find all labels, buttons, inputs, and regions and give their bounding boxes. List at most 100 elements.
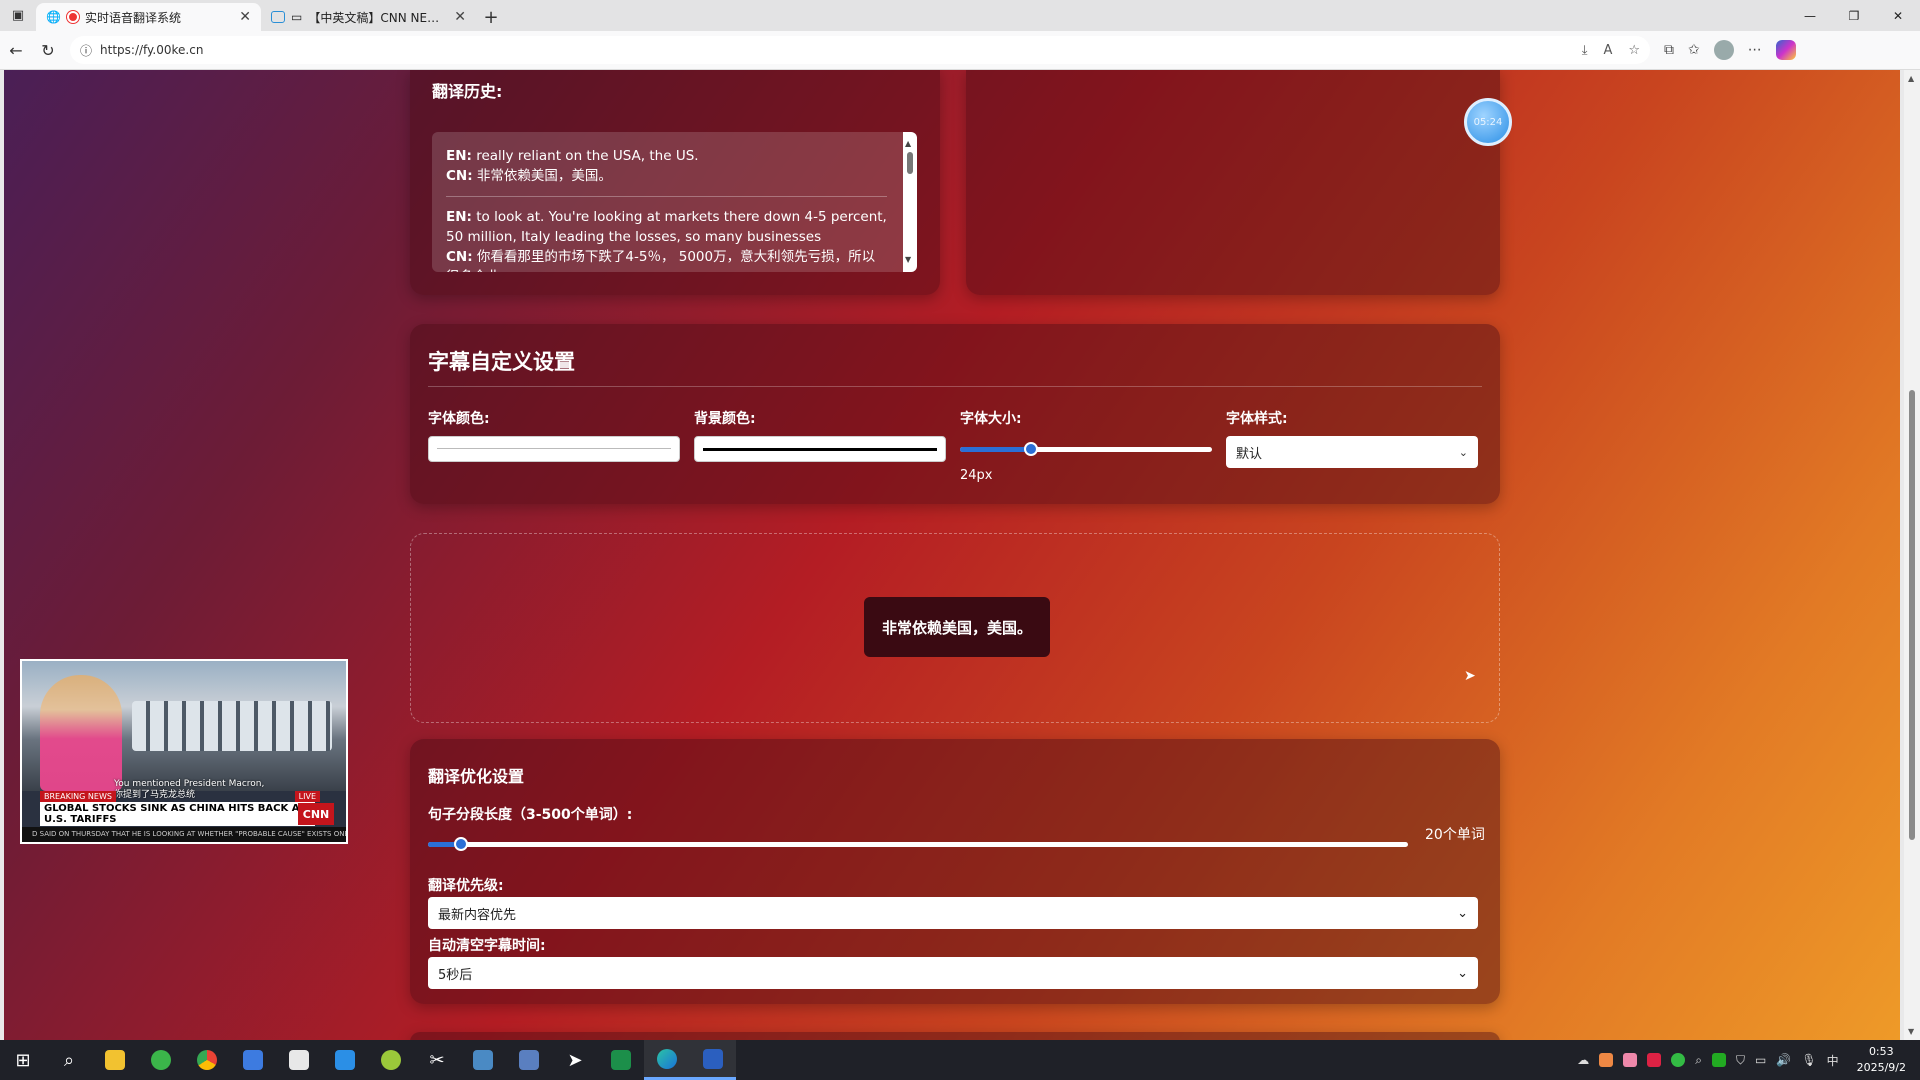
onedrive-icon[interactable]: ☁ xyxy=(1577,1053,1589,1067)
autoclear-selected: 5秒后 xyxy=(438,967,473,983)
slider-handle[interactable] xyxy=(454,837,468,851)
font-style-selected: 默认 xyxy=(1236,446,1263,462)
scroll-thumb[interactable] xyxy=(1909,390,1915,840)
subtitle-preview-area: 非常依赖美国，美国。 xyxy=(410,533,1500,723)
video-caption-en: You mentioned President Macron, xyxy=(114,779,265,789)
url-text: https://fy.00ke.cn xyxy=(100,43,204,57)
read-aloud-icon[interactable]: A xyxy=(1603,43,1612,58)
restore-icon[interactable]: ❐ xyxy=(1832,9,1876,23)
download-icon[interactable]: ⤓ xyxy=(1582,43,1588,58)
history-entry: EN: really reliant on the USA, the US. C… xyxy=(446,146,887,197)
en-text: really reliant on the USA, the US. xyxy=(476,148,699,164)
app-person-icon[interactable] xyxy=(506,1040,552,1080)
custom-settings-title: 字幕自定义设置 xyxy=(428,350,575,374)
site-info-icon[interactable]: ⓘ xyxy=(80,42,92,59)
taskbar-clock[interactable]: 0:53 2025/9/2 xyxy=(1857,1044,1906,1076)
font-size-field: 字体大小: 24px xyxy=(960,408,1212,483)
scroll-down-icon[interactable]: ▼ xyxy=(1908,1027,1914,1036)
url-field[interactable]: ⓘ https://fy.00ke.cn ⤓ A ☆ xyxy=(70,36,1650,64)
word-icon[interactable] xyxy=(690,1040,736,1080)
video-train-graphic xyxy=(132,701,332,751)
windows-start-icon[interactable]: ⊞ xyxy=(0,1040,46,1080)
app-terminal-icon[interactable] xyxy=(598,1040,644,1080)
tab-cnn-news[interactable]: ▭ 【中英文稿】CNN NEWS 20 ✕ xyxy=(261,3,476,31)
history-list[interactable]: EN: really reliant on the USA, the US. C… xyxy=(432,132,917,272)
priority-select[interactable]: 最新内容优先 ⌄ xyxy=(428,897,1478,929)
minimize-icon[interactable]: — xyxy=(1788,9,1832,23)
timer-badge[interactable]: 05:24 xyxy=(1464,98,1512,146)
close-tab-icon[interactable]: ✕ xyxy=(454,9,466,25)
bilibili-favicon-icon xyxy=(271,11,285,23)
capcut-icon[interactable]: ✂ xyxy=(414,1040,460,1080)
app-arrow-icon[interactable] xyxy=(322,1040,368,1080)
scroll-down-icon[interactable]: ▼ xyxy=(905,250,911,270)
autoclear-label: 自动清空字幕时间: xyxy=(428,938,546,954)
tab-actions-icon[interactable]: ▣ xyxy=(0,0,36,31)
record-favicon-icon xyxy=(66,11,79,23)
chrome-icon[interactable] xyxy=(184,1040,230,1080)
en-text: to look at. You're looking at markets th… xyxy=(446,209,887,245)
search-icon[interactable]: ⌕ xyxy=(46,1040,92,1080)
security-icon[interactable]: ⛉ xyxy=(1736,1053,1745,1068)
refresh-icon[interactable]: ↻ xyxy=(32,41,64,60)
favorites-icon[interactable]: ✩ xyxy=(1688,42,1700,58)
microphone-icon[interactable]: 🎙 xyxy=(1801,1053,1816,1067)
translation-optimization-card: 翻译优化设置 句子分段长度（3-500个单词）: 20个单词 翻译优先级: 最新… xyxy=(410,739,1500,1004)
page-scrollbar[interactable]: ▲ ▼ xyxy=(1904,70,1920,1040)
tray-app-icon[interactable] xyxy=(1712,1053,1727,1067)
app-ball-icon[interactable] xyxy=(368,1040,414,1080)
font-size-slider[interactable] xyxy=(960,436,1212,462)
copilot-icon[interactable] xyxy=(1775,40,1796,60)
tab-title: 【中英文稿】CNN NEWS 20 xyxy=(308,10,448,25)
scroll-thumb[interactable] xyxy=(907,152,913,174)
tab-title: 实时语音翻译系统 xyxy=(84,10,181,25)
address-bar-row: ← ↻ ⓘ https://fy.00ke.cn ⤓ A ☆ ⧉ ✩ ⋯ xyxy=(0,31,1920,70)
app-green-icon[interactable] xyxy=(138,1040,184,1080)
tab-translation-system[interactable]: 🌐 实时语音翻译系统 ✕ xyxy=(36,3,261,31)
history-scrollbar[interactable]: ▲ ▼ xyxy=(903,132,917,272)
font-color-picker[interactable] xyxy=(428,436,680,462)
network-icon[interactable]: ▭ xyxy=(1755,1053,1766,1067)
tray-app-icon[interactable] xyxy=(1647,1053,1662,1067)
scroll-up-icon[interactable]: ▲ xyxy=(905,134,911,154)
next-section-card xyxy=(410,1032,1500,1040)
favorite-star-icon[interactable]: ☆ xyxy=(1628,43,1640,58)
ime-indicator[interactable]: 中 xyxy=(1827,1052,1839,1069)
app-monitor-icon[interactable] xyxy=(460,1040,506,1080)
profile-avatar-icon[interactable] xyxy=(1713,40,1734,60)
tray-search-icon[interactable]: ⌕ xyxy=(1695,1053,1702,1068)
subtitle-display[interactable]: 非常依赖美国，美国。 xyxy=(864,597,1051,657)
clock-time: 0:53 xyxy=(1868,1045,1894,1058)
app-blue-icon[interactable] xyxy=(230,1040,276,1080)
segment-length-slider[interactable] xyxy=(428,834,1408,854)
slider-handle[interactable] xyxy=(1024,442,1038,456)
subtitle-custom-settings-card: 字幕自定义设置 字体颜色: 背景颜色: 字体大小: 24px 字体样式: 默认 … xyxy=(410,324,1500,504)
tray-app-icon[interactable] xyxy=(1599,1053,1614,1067)
edge-icon[interactable] xyxy=(644,1040,690,1080)
live-badge: LIVE xyxy=(294,791,320,802)
autoclear-select[interactable]: 5秒后 ⌄ xyxy=(428,957,1478,989)
back-arrow-icon[interactable]: ← xyxy=(0,41,32,60)
divider xyxy=(428,386,1482,387)
app-dice-icon[interactable] xyxy=(276,1040,322,1080)
font-style-select[interactable]: 默认 ⌄ xyxy=(1226,436,1478,468)
font-color-swatch xyxy=(437,448,671,449)
browser-tab-bar: ▣ 🌐 实时语音翻译系统 ✕ ▭ 【中英文稿】CNN NEWS 20 ✕ + —… xyxy=(0,0,1920,31)
more-menu-icon[interactable]: ⋯ xyxy=(1748,42,1762,58)
scroll-up-icon[interactable]: ▲ xyxy=(1908,74,1914,83)
volume-icon[interactable]: 🔊 xyxy=(1776,1053,1791,1067)
mouse-cursor-icon: ➤ xyxy=(1464,668,1476,684)
close-tab-icon[interactable]: ✕ xyxy=(239,9,251,25)
bg-color-picker[interactable] xyxy=(694,436,946,462)
floating-video-window[interactable]: You mentioned President Macron, 你提到了马克龙总… xyxy=(20,659,348,844)
new-tab-button[interactable]: + xyxy=(476,3,506,31)
font-size-value: 24px xyxy=(960,468,993,483)
tray-app-icon[interactable] xyxy=(1623,1053,1638,1067)
font-size-label: 字体大小: xyxy=(960,411,1022,427)
video-ticker: D SAID ON THURSDAY THAT HE IS LOOKING AT… xyxy=(22,827,346,842)
file-explorer-icon[interactable] xyxy=(92,1040,138,1080)
close-window-icon[interactable]: ✕ xyxy=(1876,9,1920,23)
telegram-icon[interactable]: ➤ xyxy=(552,1040,598,1080)
tray-app-icon[interactable] xyxy=(1671,1053,1686,1067)
extensions-icon[interactable]: ⧉ xyxy=(1664,42,1674,58)
